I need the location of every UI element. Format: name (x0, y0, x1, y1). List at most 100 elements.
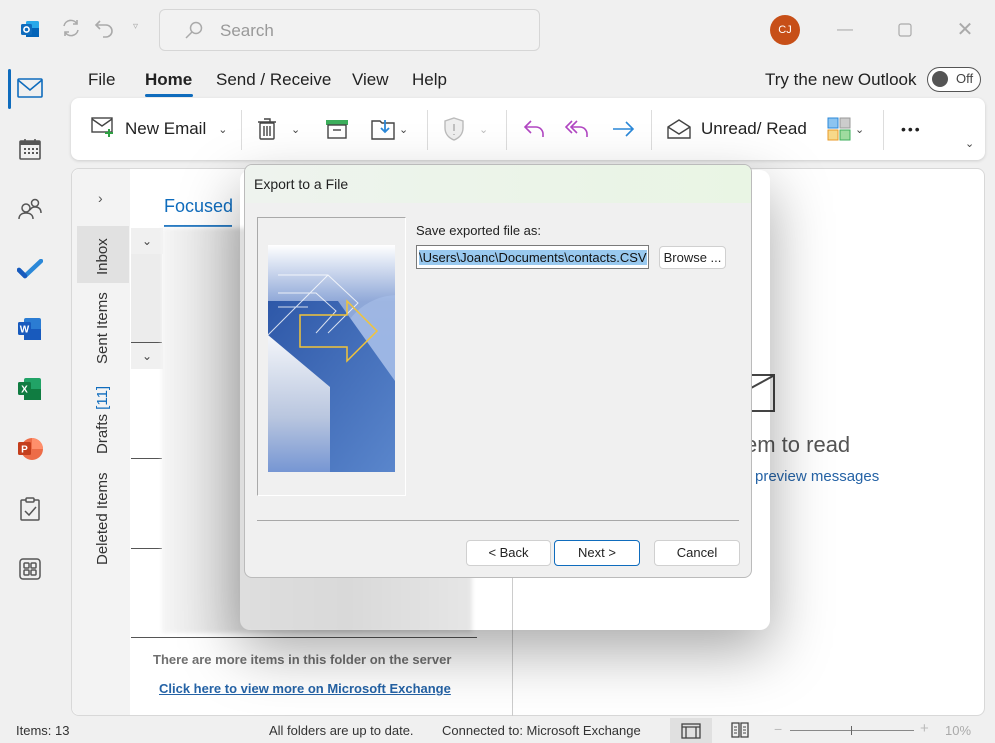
folder-inbox[interactable]: Inbox (94, 238, 111, 275)
search-placeholder: Search (220, 21, 274, 40)
export-dialog: Export to a File Save exported file as: (244, 164, 752, 578)
tasks-icon[interactable] (14, 493, 46, 525)
view-more-exchange-link[interactable]: Click here to view more on Microsoft Exc… (159, 681, 451, 696)
dialog-title-bar[interactable]: Export to a File (245, 165, 751, 203)
svg-text:X: X (21, 385, 28, 396)
categorize-button[interactable]: ⌄ (827, 114, 864, 144)
chevron-down-icon[interactable]: ⌄ (218, 123, 227, 136)
tab-send-receive[interactable]: Send / Receive (216, 70, 331, 90)
zoom-level[interactable]: 10% (945, 723, 971, 738)
collapse-group-button[interactable]: ⌄ (131, 228, 163, 254)
chevron-down-icon[interactable]: ⌄ (855, 123, 864, 136)
chevron-down-icon[interactable]: ⌄ (291, 123, 300, 136)
powerpoint-icon[interactable]: P (14, 433, 46, 465)
tab-focused[interactable]: Focused (164, 196, 233, 217)
user-avatar[interactable]: CJ (770, 15, 800, 45)
more-options-button[interactable]: ••• (901, 114, 922, 144)
svg-text:P: P (21, 445, 28, 456)
toggle-state: Off (956, 71, 974, 86)
new-email-label: New Email (125, 119, 207, 138)
unread-read-label: Unread/ Read (701, 119, 807, 138)
chevron-down-icon[interactable]: ⌄ (399, 123, 408, 136)
group-header-bg (131, 253, 162, 343)
more-apps-icon[interactable] (14, 553, 46, 585)
expand-ribbon-button[interactable]: ⌄ (959, 128, 974, 158)
items-count: Items: 13 (16, 723, 70, 738)
browse-button[interactable]: Browse ... (659, 246, 726, 269)
tab-help[interactable]: Help (412, 70, 447, 90)
reading-pane-link[interactable]: preview messages (755, 468, 879, 485)
maximize-button[interactable] (893, 18, 917, 42)
reply-all-icon (565, 120, 588, 137)
divider (131, 458, 162, 459)
undo-icon[interactable] (94, 17, 116, 44)
unread-read-button[interactable]: Unread/ Read (667, 114, 807, 144)
next-button[interactable]: Next > (554, 540, 640, 566)
new-email-button[interactable]: New Email ⌄ (91, 114, 227, 144)
reply-icon (523, 120, 544, 137)
calendar-icon[interactable] (14, 133, 46, 165)
divider (427, 110, 428, 150)
report-button: ⌄ (443, 114, 488, 144)
reply-all-button[interactable] (565, 114, 591, 144)
customize-quick-access-icon[interactable]: ▿ (133, 21, 138, 32)
close-window-button[interactable]: ✕ (953, 18, 977, 42)
title-bar: ▿ Search CJ — ✕ (0, 0, 995, 60)
folder-sent-items[interactable]: Sent Items (94, 292, 111, 364)
folders-status: All folders are up to date. (269, 723, 414, 738)
folder-deleted-items[interactable]: Deleted Items (94, 472, 111, 565)
file-path-value: \Users\Joanc\Documents\contacts.CSV (419, 250, 647, 265)
connection-status: Connected to: Microsoft Exchange (442, 723, 641, 738)
shield-icon (444, 117, 464, 141)
tab-view[interactable]: View (352, 70, 389, 90)
dialog-title: Export to a File (254, 176, 349, 192)
collapse-group-button[interactable]: ⌄ (131, 343, 163, 369)
drafts-label: Drafts (94, 413, 111, 454)
zoom-out-button[interactable]: − (774, 721, 782, 737)
cancel-button[interactable]: Cancel (654, 540, 740, 566)
excel-icon[interactable]: X (14, 373, 46, 405)
wizard-image-frame (257, 217, 406, 496)
people-icon[interactable] (14, 193, 46, 225)
tab-file[interactable]: File (88, 70, 115, 90)
zoom-slider-thumb[interactable] (851, 726, 852, 735)
expand-folder-pane-icon[interactable]: › (98, 190, 103, 206)
search-box[interactable]: Search (159, 9, 540, 51)
active-indicator (8, 69, 11, 109)
move-button[interactable]: ⌄ (371, 114, 408, 144)
toggle-knob (932, 71, 948, 87)
zoom-slider[interactable] (790, 730, 914, 731)
delete-button[interactable]: ⌄ (257, 114, 300, 144)
try-new-outlook-label: Try the new Outlook (765, 70, 917, 89)
forward-button[interactable] (611, 114, 635, 144)
folder-drafts[interactable]: Drafts [11] (94, 386, 111, 454)
word-icon[interactable]: W (14, 313, 46, 345)
more-items-notice: There are more items in this folder on t… (153, 652, 452, 667)
reading-view-button[interactable] (731, 722, 749, 743)
ribbon: New Email ⌄ ⌄ ⌄ ⌄ Unread/ Read ⌄ ••• ⌄ (71, 98, 985, 160)
file-path-input[interactable]: \Users\Joanc\Documents\contacts.CSV (416, 245, 649, 269)
tab-home[interactable]: Home (145, 70, 192, 90)
mail-icon[interactable] (14, 72, 46, 104)
new-email-icon (91, 116, 117, 143)
save-as-label: Save exported file as: (416, 223, 542, 238)
minimize-button[interactable]: — (833, 18, 857, 42)
new-outlook-toggle[interactable]: Off (927, 67, 981, 92)
back-button[interactable]: < Back (466, 540, 551, 566)
todo-icon[interactable] (14, 253, 46, 285)
chevron-down-icon: ⌄ (479, 123, 489, 136)
divider (651, 110, 652, 150)
chevron-down-icon: ⌄ (965, 137, 975, 150)
zoom-in-button[interactable]: + (920, 720, 929, 737)
search-icon (184, 20, 204, 45)
drafts-count: [11] (94, 385, 111, 410)
reply-button[interactable] (523, 114, 547, 144)
focused-underline (164, 225, 232, 227)
outlook-logo-icon (20, 19, 40, 39)
archive-button[interactable] (325, 114, 349, 144)
svg-text:W: W (20, 325, 30, 336)
reading-view-icon (731, 722, 749, 738)
sync-icon[interactable] (60, 17, 82, 44)
normal-view-button[interactable] (670, 718, 712, 743)
normal-view-icon (681, 723, 701, 739)
